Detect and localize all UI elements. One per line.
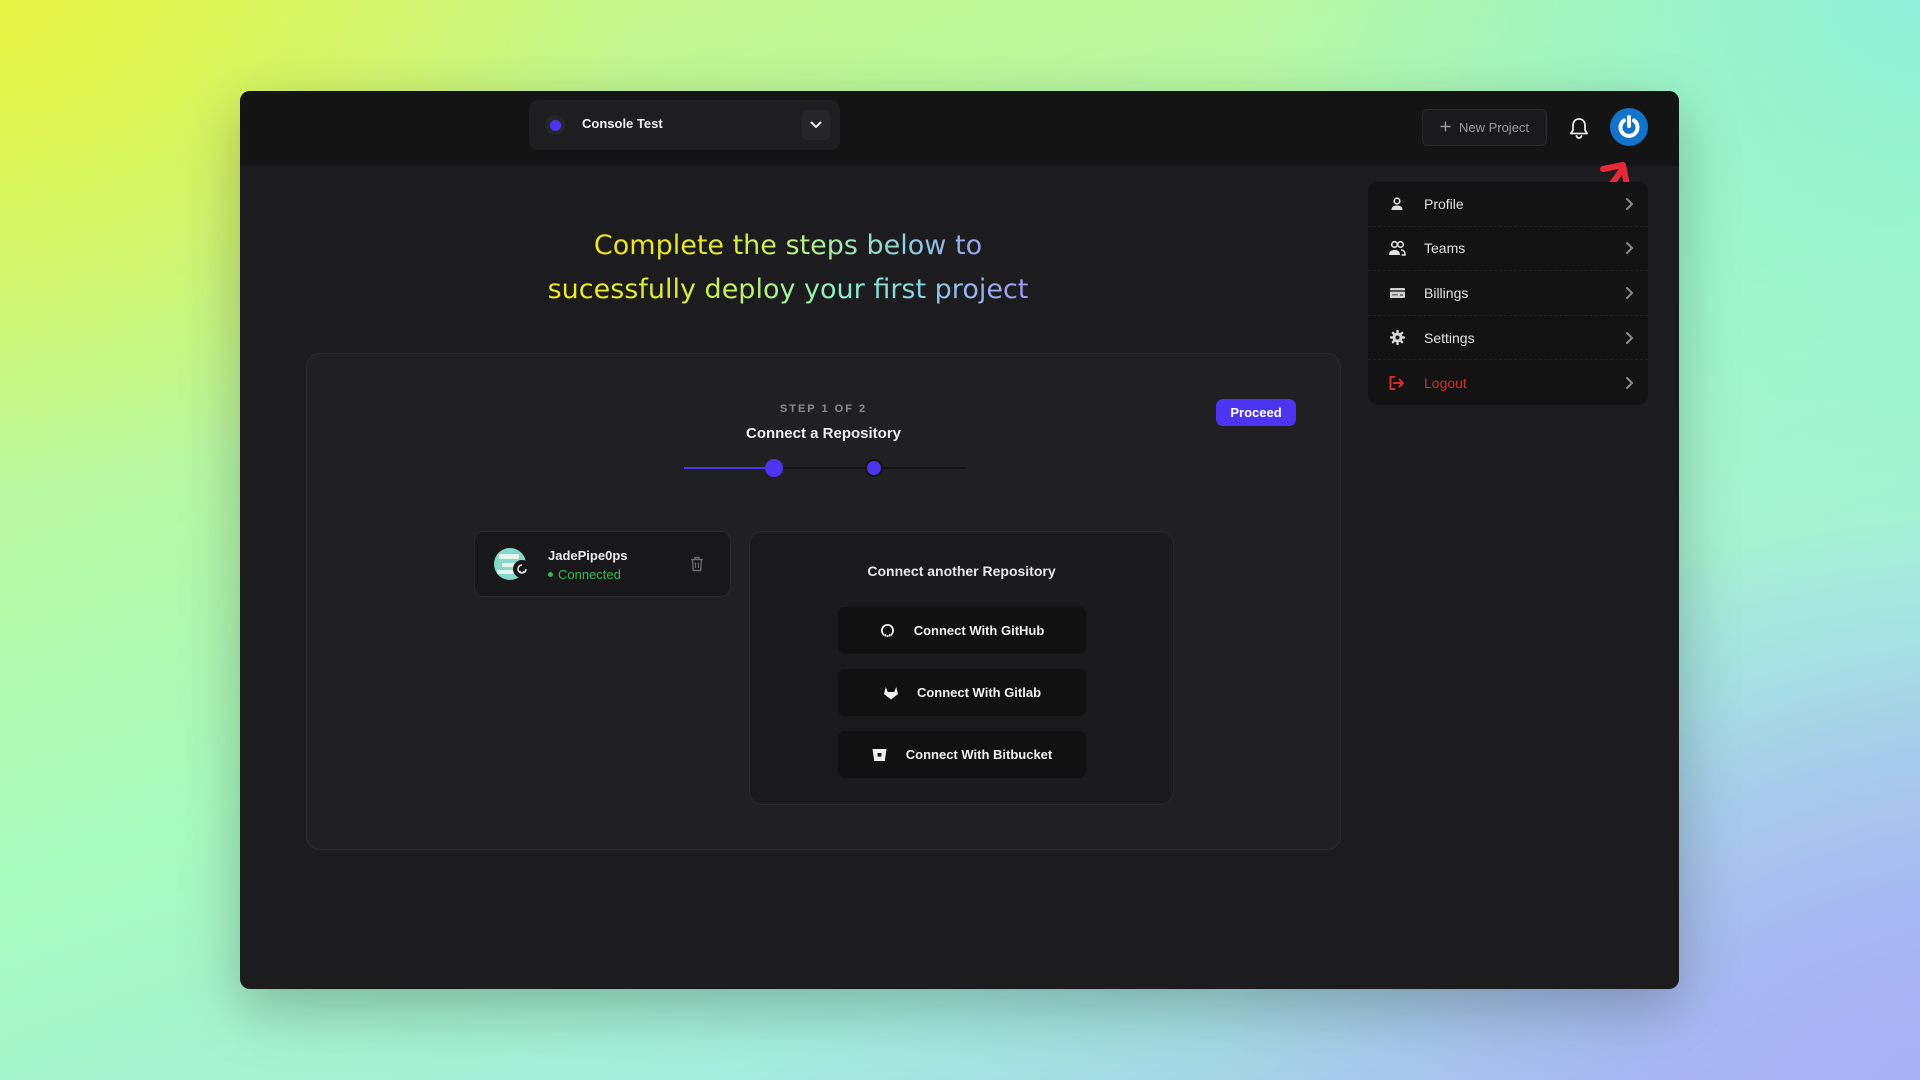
- chevron-right-icon: [1626, 197, 1634, 210]
- connect-another-title: Connect another Repository: [867, 563, 1056, 579]
- user-icon: [1388, 195, 1406, 213]
- step-title: Connect a Repository: [745, 425, 902, 442]
- connect-another-card: Connect another Repository Connect With …: [749, 531, 1174, 805]
- headline-line-1: Complete the steps below to: [593, 230, 983, 261]
- connect-bitbucket-label: Connect With Bitbucket: [905, 747, 1053, 762]
- menu-item-settings[interactable]: Settings: [1368, 316, 1648, 361]
- gitlab-icon: [883, 685, 899, 701]
- project-name: Console Test: [582, 116, 663, 131]
- github-icon: [880, 623, 896, 639]
- project-status-icon: [545, 115, 565, 135]
- new-project-label: New Project: [1458, 120, 1530, 135]
- top-bar: Console Test New Project: [240, 91, 1679, 166]
- menu-item-teams[interactable]: Teams: [1368, 227, 1648, 272]
- repo-name: JadePipe0ps: [548, 548, 628, 563]
- connect-gitlab-label: Connect With Gitlab: [916, 685, 1042, 700]
- menu-item-label: Settings: [1424, 329, 1475, 346]
- status-dot-icon: [548, 572, 553, 577]
- bell-icon[interactable]: [1568, 116, 1590, 140]
- headline-line-2: sucessfully deploy your first project: [547, 274, 1029, 305]
- users-icon: [1388, 239, 1406, 257]
- step-counter: STEP 1 OF 2: [779, 403, 868, 415]
- app-window: Console Test New Project Profile Teams B…: [240, 91, 1679, 989]
- new-project-button[interactable]: New Project: [1422, 109, 1547, 146]
- github-icon: [513, 560, 531, 578]
- project-selector[interactable]: Console Test: [529, 100, 840, 150]
- menu-item-label: Teams: [1424, 240, 1466, 257]
- chevron-right-icon: [1626, 286, 1634, 299]
- connect-bitbucket-button[interactable]: Connect With Bitbucket: [838, 731, 1086, 778]
- chevron-right-icon: [1626, 331, 1634, 344]
- menu-item-billings[interactable]: Billings: [1368, 271, 1648, 316]
- logout-icon: [1388, 374, 1406, 392]
- bitbucket-icon: [872, 747, 888, 763]
- chevron-right-icon: [1626, 242, 1634, 255]
- user-avatar[interactable]: [1610, 108, 1648, 146]
- user-menu: Profile Teams Billings Settings Logout: [1368, 182, 1648, 405]
- gear-icon: [1388, 329, 1406, 347]
- trash-icon[interactable]: [690, 556, 704, 572]
- menu-item-profile[interactable]: Profile: [1368, 182, 1648, 227]
- repo-status-label: Connected: [558, 567, 621, 582]
- connect-github-label: Connect With GitHub: [913, 623, 1045, 638]
- step-node-current[interactable]: [765, 459, 784, 477]
- connected-repo-card: JadePipe0ps Connected: [474, 531, 731, 597]
- connect-gitlab-button[interactable]: Connect With Gitlab: [838, 669, 1086, 716]
- menu-item-logout[interactable]: Logout: [1368, 360, 1648, 405]
- step-progress: [684, 459, 966, 477]
- power-icon: [1618, 115, 1640, 138]
- credit-card-icon: [1388, 284, 1406, 302]
- page-headline: Complete the steps below to sucessfully …: [240, 224, 1336, 312]
- repo-status: Connected: [548, 567, 621, 582]
- menu-item-label: Billings: [1424, 284, 1469, 301]
- plus-icon: [1440, 120, 1451, 135]
- chevron-right-icon: [1626, 376, 1634, 389]
- connect-github-button[interactable]: Connect With GitHub: [838, 607, 1086, 654]
- menu-item-label: Logout: [1424, 374, 1467, 391]
- progress-fill: [684, 467, 775, 469]
- onboarding-card: STEP 1 OF 2 Connect a Repository Proceed…: [306, 353, 1341, 850]
- menu-item-label: Profile: [1424, 195, 1464, 212]
- chevron-down-icon[interactable]: [801, 110, 831, 140]
- proceed-button[interactable]: Proceed: [1216, 399, 1296, 426]
- step-node-next[interactable]: [867, 461, 882, 475]
